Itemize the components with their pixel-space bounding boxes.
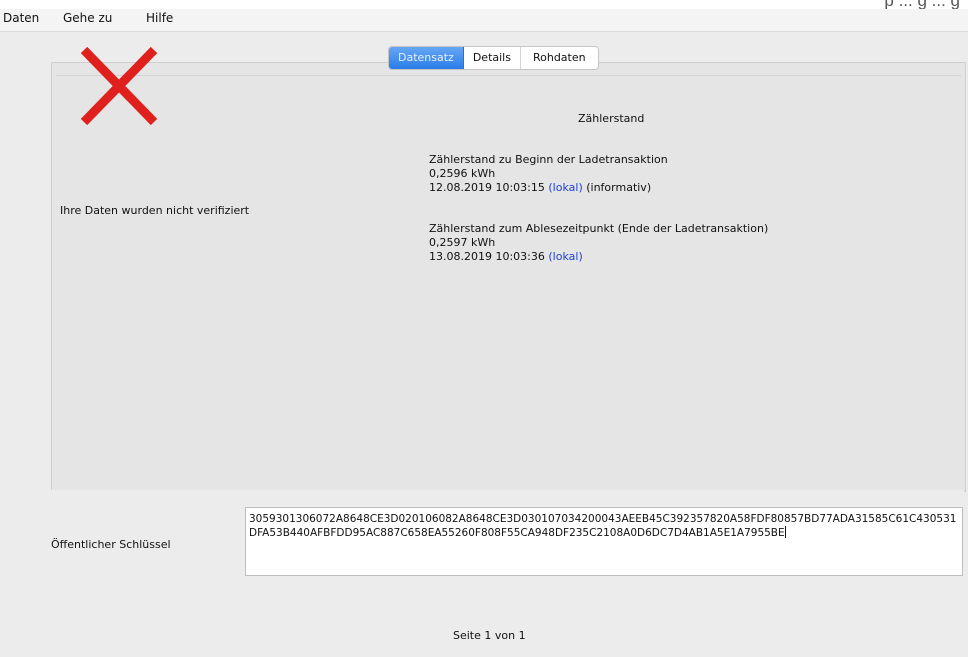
meter-end-block: Zählerstand zum Ablesezeitpunkt (Ende de… — [429, 222, 768, 264]
meter-end-value: 0,2597 kWh — [429, 236, 496, 249]
meter-start-timestamp: 12.08.2019 10:03:15 — [429, 181, 545, 194]
app-window: p ... g ... g Daten Gehe zu Hilfe Datens… — [0, 0, 968, 657]
meter-title: Zählerstand — [578, 112, 645, 125]
cropped-text: p ... g ... g — [884, 0, 960, 9]
meter-end-source-link[interactable]: (lokal) — [548, 250, 582, 263]
page-indicator: Seite 1 von 1 — [453, 629, 526, 642]
menu-daten[interactable]: Daten — [3, 11, 39, 25]
tab-rohdaten[interactable]: Rohdaten — [520, 47, 598, 69]
meter-end-timestamp: 13.08.2019 10:03:36 — [429, 250, 545, 263]
menu-gehe-zu[interactable]: Gehe zu — [63, 11, 112, 25]
public-key-value: 3059301306072A8648CE3D020106082A8648CE3D… — [249, 513, 957, 539]
meter-end-time-row: 13.08.2019 10:03:36 (lokal) — [429, 250, 768, 264]
meter-end-label: Zählerstand zum Ablesezeitpunkt (Ende de… — [429, 222, 769, 235]
red-x-icon — [80, 46, 158, 126]
menu-hilfe[interactable]: Hilfe — [146, 11, 173, 25]
menu-bar: Daten Gehe zu Hilfe — [0, 9, 968, 32]
record-panel-inner — [56, 75, 961, 488]
meter-start-time-row: 12.08.2019 10:03:15 (lokal) (informativ) — [429, 181, 668, 195]
meter-start-source-link[interactable]: (lokal) — [548, 181, 582, 194]
meter-start-label: Zählerstand zu Beginn der Ladetransaktio… — [429, 153, 668, 166]
cropped-top-text: p ... g ... g — [0, 0, 968, 9]
public-key-field[interactable]: 3059301306072A8648CE3D020106082A8648CE3D… — [245, 507, 963, 576]
text-caret — [784, 526, 786, 538]
record-panel — [51, 62, 966, 492]
meter-start-value: 0,2596 kWh — [429, 167, 496, 180]
tab-bar: Datensatz Details Rohdaten — [388, 46, 599, 70]
meter-start-block: Zählerstand zu Beginn der Ladetransaktio… — [429, 153, 668, 195]
tab-datensatz[interactable]: Datensatz — [389, 47, 464, 69]
public-key-label: Öffentlicher Schlüssel — [51, 538, 171, 551]
meter-start-note: (informativ) — [586, 181, 652, 194]
verification-message: Ihre Daten wurden nicht verifiziert — [60, 204, 250, 217]
tab-details[interactable]: Details — [463, 47, 521, 69]
